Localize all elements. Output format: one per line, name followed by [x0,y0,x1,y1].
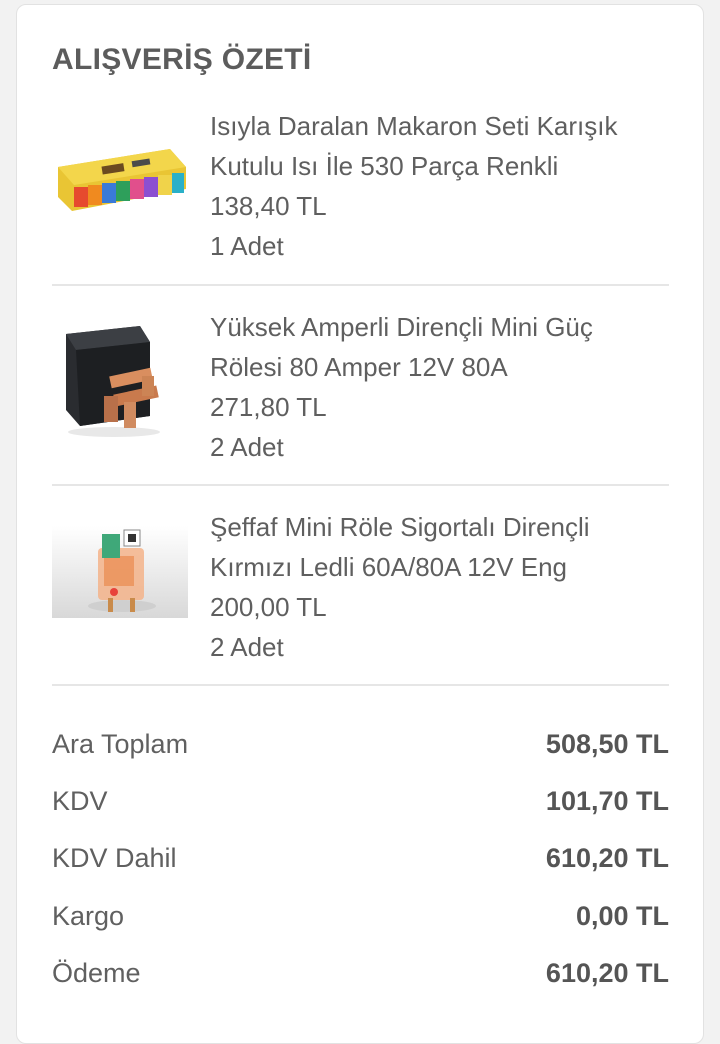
subtotal-row: Ara Toplam 508,50 TL [52,724,669,764]
cart-item[interactable]: Isıyla Daralan Makaron Seti Karışık Kutu… [52,105,669,286]
product-name-line-2[interactable]: Rölesi 80 Amper 12V 80A [210,347,665,387]
subtotal-label: Ara Toplam [52,728,189,759]
shipping-label: Kargo [52,900,125,931]
product-quantity: 2 Adet [210,432,284,462]
product-name-line-2[interactable]: Kırmızı Ledli 60A/80A 12V Eng [210,547,665,587]
cart-item-info: Şeffaf Mini Röle Sigortalı Dirençli Kırm… [210,507,665,667]
subtotal-value: 508,50 TL [545,728,669,759]
product-image-power-relay[interactable] [52,314,188,439]
product-price: 271,80 TL [210,392,327,422]
product-name-line-2[interactable]: Kutulu Isı İle 530 Parça Renkli [210,146,665,186]
vat-row: KDV 101,70 TL [52,781,669,821]
product-price: 200,00 TL [210,592,327,622]
payment-total-label: Ödeme [52,957,141,988]
product-image-heat-shrink-set[interactable] [52,127,188,219]
product-quantity: 2 Adet [210,632,284,662]
vat-included-label: KDV Dahil [52,842,177,873]
vat-included-value: 610,20 TL [545,842,669,873]
cart-item-info: Isıyla Daralan Makaron Seti Karışık Kutu… [210,106,665,266]
product-price: 138,40 TL [210,191,327,221]
payment-total-row: Ödeme 610,20 TL [52,953,669,993]
product-image-transparent-relay[interactable] [52,526,188,618]
product-name-line-1[interactable]: Şeffaf Mini Röle Sigortalı Dirençli [210,507,665,547]
cart-item-info: Yüksek Amperli Dirençli Mini Güç Rölesi … [210,307,665,467]
summary-title: ALIŞVERİŞ ÖZETİ [52,43,312,76]
shipping-value: 0,00 TL [575,900,669,931]
vat-value: 101,70 TL [545,785,669,816]
payment-total-value: 610,20 TL [545,957,669,988]
vat-included-row: KDV Dahil 610,20 TL [52,838,669,878]
product-name-line-1[interactable]: Isıyla Daralan Makaron Seti Karışık [210,106,665,146]
cart-item[interactable]: Şeffaf Mini Röle Sigortalı Dirençli Kırm… [52,486,669,686]
cart-item[interactable]: Yüksek Amperli Dirençli Mini Güç Rölesi … [52,286,669,486]
vat-label: KDV [52,785,108,816]
product-quantity: 1 Adet [210,231,284,261]
shipping-row: Kargo 0,00 TL [52,896,669,936]
product-name-line-1[interactable]: Yüksek Amperli Dirençli Mini Güç [210,307,665,347]
order-summary-card: ALIŞVERİŞ ÖZETİ Isıyla Daralan Makaron S… [16,4,704,1044]
